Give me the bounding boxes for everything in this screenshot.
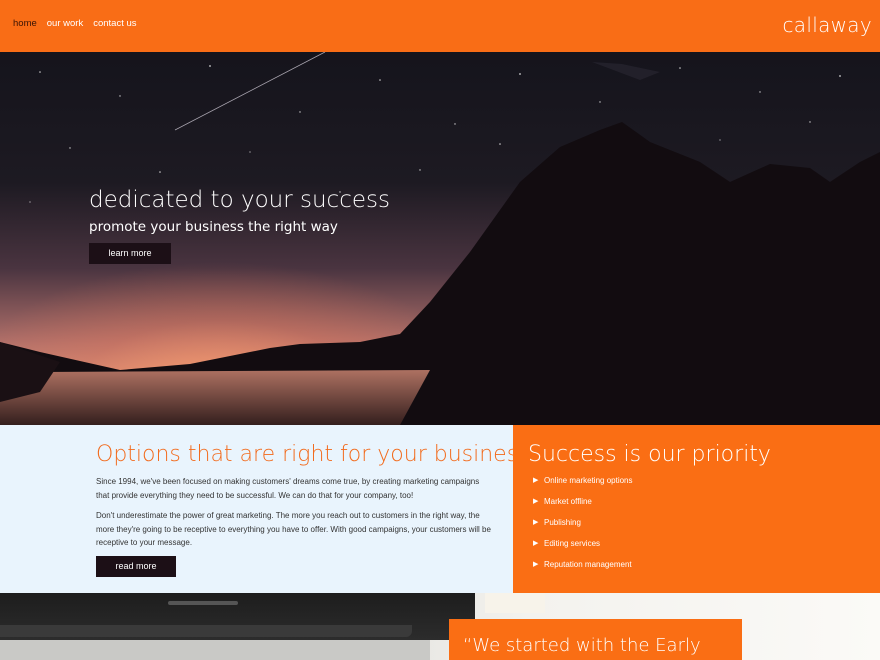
triangle-bullet-icon: ▶ bbox=[533, 561, 539, 568]
nav-home[interactable]: home bbox=[13, 18, 37, 29]
testimonial-section: “We started with the Early bbox=[0, 593, 880, 660]
options-section: Options that are right for your business… bbox=[0, 425, 530, 593]
options-paragraph-1: Since 1994, we've been focused on making… bbox=[96, 477, 480, 500]
triangle-bullet-icon: ▶ bbox=[533, 519, 539, 526]
options-paragraph-2: Don't underestimate the power of great m… bbox=[96, 511, 491, 547]
laptop-base bbox=[0, 640, 430, 660]
hero-banner: dedicated to your success promote your b… bbox=[0, 52, 880, 425]
laptop-label bbox=[168, 601, 238, 605]
priority-section: Success is our priority ▶ Online marketin… bbox=[513, 425, 880, 593]
nav-contact-us[interactable]: contact us bbox=[93, 18, 136, 29]
main-nav: home our work contact us bbox=[13, 18, 137, 29]
hero-text-block: dedicated to your success promote your b… bbox=[89, 187, 390, 235]
list-item: ▶ Reputation management bbox=[533, 560, 632, 569]
laptop-hinge bbox=[0, 625, 412, 637]
testimonial-quote: “We started with the Early bbox=[463, 635, 701, 656]
paper-image bbox=[485, 593, 545, 613]
list-item: ▶ Online marketing options bbox=[533, 476, 633, 485]
priority-heading: Success is our priority bbox=[528, 442, 771, 467]
list-item: ▶ Market offline bbox=[533, 497, 592, 506]
learn-more-button[interactable]: learn more bbox=[89, 243, 171, 264]
options-heading: Options that are right for your business bbox=[96, 442, 530, 467]
hero-subtitle: promote your business the right way bbox=[89, 219, 338, 235]
read-more-button[interactable]: read more bbox=[96, 556, 176, 577]
triangle-bullet-icon: ▶ bbox=[533, 540, 539, 547]
triangle-bullet-icon: ▶ bbox=[533, 477, 539, 484]
list-item: ▶ Editing services bbox=[533, 539, 601, 548]
top-nav-bar: home our work contact us callaway bbox=[0, 0, 880, 52]
hero-title: dedicated to your success bbox=[89, 187, 390, 213]
laptop-image bbox=[0, 593, 475, 640]
triangle-bullet-icon: ▶ bbox=[533, 498, 539, 505]
testimonial-box: “We started with the Early bbox=[449, 619, 742, 660]
list-item: ▶ Publishing bbox=[533, 518, 581, 527]
site-logo[interactable]: callaway bbox=[783, 13, 872, 37]
nav-our-work[interactable]: our work bbox=[47, 18, 83, 29]
priority-list: ▶ Online marketing options ▶ Market offlin… bbox=[533, 476, 633, 581]
hero-night-sky-image bbox=[0, 52, 880, 425]
